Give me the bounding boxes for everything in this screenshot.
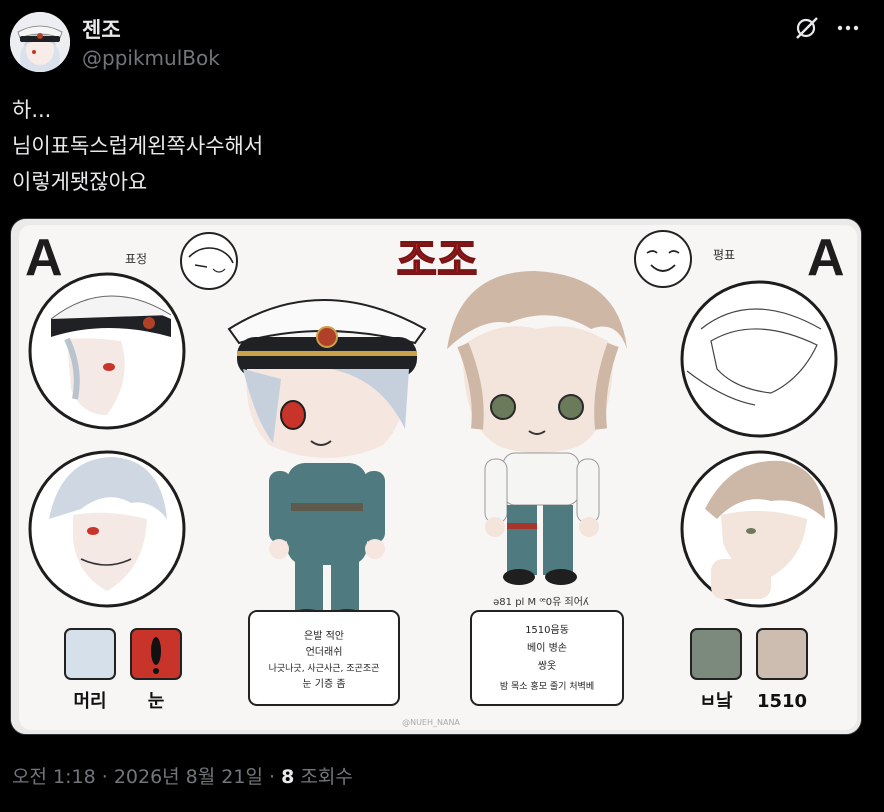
right-tag: 평표 [713, 248, 735, 262]
left-grade: A [25, 229, 63, 287]
author-handle[interactable]: @ppikmulBok [82, 46, 220, 70]
watermark: @NUEH_NANA [402, 718, 460, 727]
left-note: 은발 적안 [304, 630, 344, 642]
sketch-face-icon [180, 232, 238, 290]
right-grade: A [807, 229, 845, 287]
smile-face-icon [634, 230, 692, 288]
right-caption: ə81 pl M ꟹ0유 죄어ʎ [493, 596, 589, 608]
right-note: 쌍옷 [538, 660, 556, 672]
swatch-label: ㅂ낰 [699, 691, 733, 712]
left-note: 나긋나긋, 사근사근, 조곤조곤 [269, 663, 380, 674]
right-notes-box: 1510음동 베이 병손 쌍옷 밤 목소 홍모 줄기 처벽베 [470, 610, 624, 706]
portrait-left-bottom [28, 450, 186, 608]
right-note: 밤 목소 홍모 줄기 처벽베 [500, 680, 594, 692]
tweet-date[interactable]: 2026년 8월 21일 [114, 766, 263, 788]
tweet-media-image[interactable]: A A 표정 평표 조조 ə81 pl M ꟹ0유 죄어ʎ 은발 적안 언더래쉬… [10, 218, 862, 735]
tweet-line: 하... [12, 98, 52, 122]
right-note: 1510음동 [525, 624, 569, 636]
views-count: 8 [281, 766, 295, 788]
tweet-meta: 오전 1:18 · 2026년 8월 21일 · 8 조회수 [12, 766, 353, 788]
left-note: 언더래쉬 [306, 646, 343, 658]
left-tag: 표정 [125, 252, 147, 266]
portrait-right-bottom [680, 450, 838, 608]
more-icon[interactable] [832, 14, 864, 42]
left-notes-box: 은발 적안 언더래쉬 나긋나긋, 사근사근, 조곤조곤 눈 기증 좀 [248, 610, 400, 706]
left-note: 눈 기증 좀 [302, 678, 345, 690]
grok-icon[interactable] [792, 14, 822, 42]
right-note: 베이 병손 [527, 642, 567, 654]
sheet-title: 조조 [397, 235, 478, 286]
swatch-label: 머리 [73, 691, 106, 712]
swatch-label: 눈 [148, 691, 165, 712]
tweet-time[interactable]: 오전 1:18 [12, 766, 96, 788]
author-avatar[interactable] [10, 12, 70, 72]
views-label: 조회수 [300, 766, 353, 788]
swatch-eye-right: 1510 [756, 628, 808, 712]
tweet-line: 이렇게됏잖아요 [12, 170, 148, 194]
character-sheet: A A 표정 평표 조조 ə81 pl M ꟹ0유 죄어ʎ 은발 적안 언더래쉬… [11, 219, 861, 734]
portrait-left-top [28, 272, 186, 430]
portrait-right-top [680, 280, 838, 438]
author-display-name[interactable]: 젠조 [82, 14, 121, 44]
tweet-line: 님이표독스럽게왼쪽사수해서 [12, 134, 264, 158]
tweet-text: 하... 님이표독스럽게왼쪽사수해서 이렇게됏잖아요 [12, 92, 263, 200]
swatch-label: 1510 [757, 691, 807, 712]
